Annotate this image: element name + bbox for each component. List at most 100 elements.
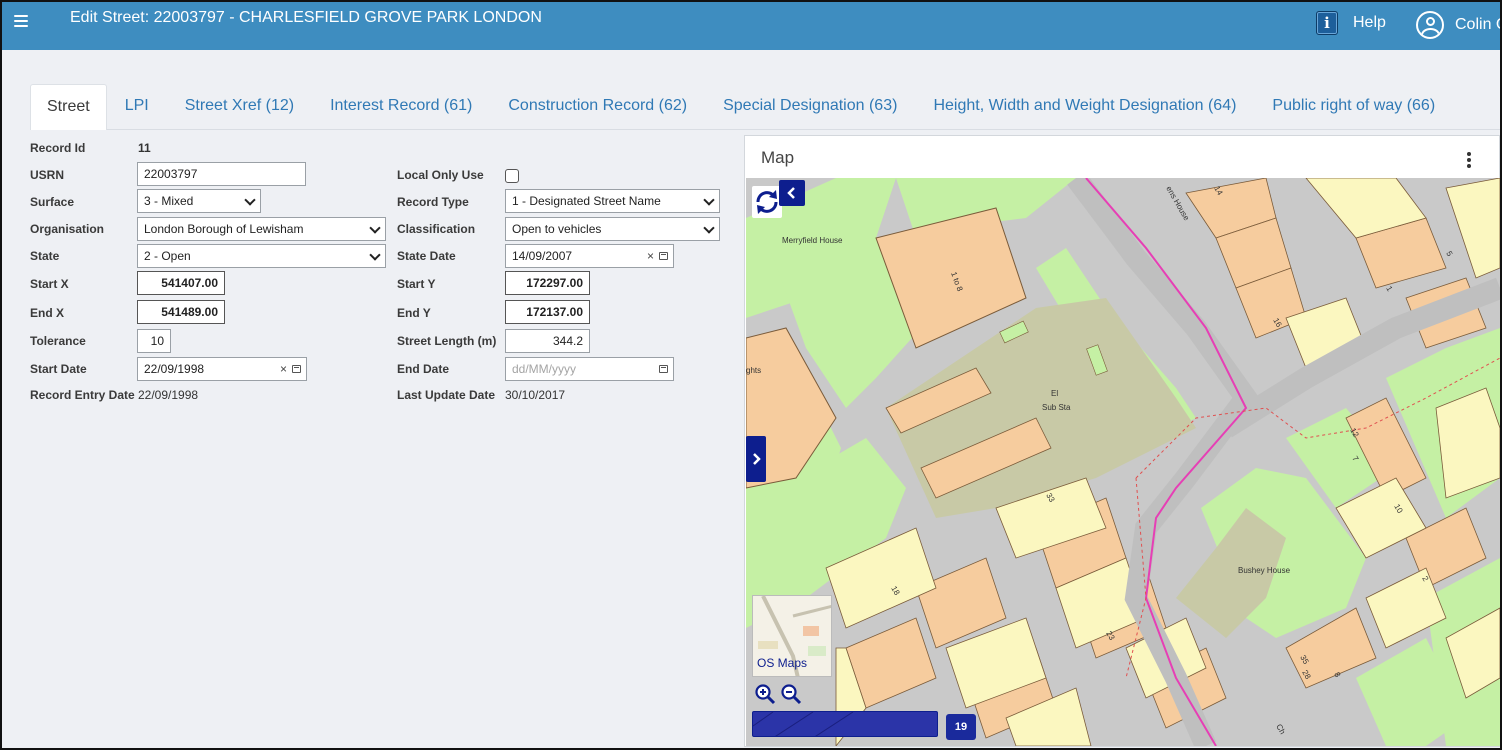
record-entry-date-label: Record Entry Date (30, 388, 135, 402)
local-only-use-checkbox[interactable] (505, 169, 519, 183)
state-date-picker[interactable]: 14/09/2007 × (505, 244, 674, 268)
map-label-bushey: Bushey House (1238, 566, 1291, 575)
state-value: 2 - Open (144, 249, 191, 263)
map-label-ghts: ghts (746, 366, 761, 375)
chevron-down-icon (369, 222, 381, 234)
tab-street-xref[interactable]: Street Xref (12) (167, 84, 312, 130)
refresh-button[interactable] (752, 186, 782, 218)
calendar-icon[interactable] (292, 365, 301, 373)
user-avatar-icon (1416, 11, 1444, 39)
surface-label: Surface (30, 195, 75, 209)
state-date-label: State Date (397, 249, 456, 263)
collapse-left-button[interactable] (779, 180, 805, 206)
tab-height-width-weight[interactable]: Height, Width and Weight Designation (64… (915, 84, 1254, 130)
end-x-input[interactable]: 541489.00 (137, 300, 225, 324)
usrn-label: USRN (30, 168, 65, 182)
street-length-label: Street Length (m) (397, 334, 497, 348)
chevron-down-icon (703, 222, 715, 234)
record-type-value: 1 - Designated Street Name (512, 194, 661, 208)
zoom-in-icon (755, 684, 776, 705)
street-length-input[interactable]: 344.2 (505, 329, 590, 353)
record-type-label: Record Type (397, 195, 469, 209)
zoom-in-button[interactable] (754, 683, 776, 705)
record-id-value: 11 (138, 141, 151, 155)
chevron-left-icon (787, 187, 795, 199)
app-frame: Edit Street: 22003797 - CHARLESFIELD GRO… (0, 0, 1502, 750)
zoom-out-button[interactable] (780, 683, 802, 705)
tolerance-label: Tolerance (30, 334, 86, 348)
user-name: Colin C (1455, 16, 1500, 33)
state-select[interactable]: 2 - Open (137, 244, 386, 268)
zoom-slider[interactable] (752, 711, 938, 737)
end-date-picker[interactable]: dd/MM/yyyy (505, 357, 674, 381)
tab-street[interactable]: Street (30, 84, 107, 130)
expand-right-button[interactable] (746, 436, 766, 482)
help-link[interactable]: i Help (1316, 11, 1386, 35)
map-drawing: Merryfield House El Sub Sta Bushey House… (746, 178, 1500, 746)
zoom-out-icon (781, 684, 802, 705)
clear-icon[interactable]: × (647, 245, 654, 267)
clear-icon[interactable]: × (280, 358, 287, 380)
organisation-label: Organisation (30, 222, 105, 236)
record-type-select[interactable]: 1 - Designated Street Name (505, 189, 720, 213)
start-x-input[interactable]: 541407.00 (137, 271, 225, 295)
start-date-picker[interactable]: 22/09/1998 × (137, 357, 307, 381)
refresh-icon (756, 190, 778, 214)
map-label-merryfield: Merryfield House (782, 236, 843, 245)
start-x-label: Start X (30, 277, 69, 291)
map-label-sub-sta: Sub Sta (1042, 403, 1071, 412)
kebab-icon[interactable] (1467, 152, 1471, 170)
end-date-label: End Date (397, 362, 450, 376)
start-y-input[interactable]: 172297.00 (505, 271, 590, 295)
tab-lpi[interactable]: LPI (107, 84, 167, 130)
end-y-label: End Y (397, 306, 431, 320)
chevron-down-icon (369, 249, 381, 261)
top-bar: Edit Street: 22003797 - CHARLESFIELD GRO… (2, 2, 1500, 50)
last-update-date-value: 30/10/2017 (505, 388, 566, 402)
usrn-input[interactable]: 22003797 (137, 162, 306, 186)
tolerance-input[interactable]: 10 (137, 329, 171, 353)
start-y-label: Start Y (397, 277, 436, 291)
tab-interest-record[interactable]: Interest Record (61) (312, 84, 490, 130)
state-date-value: 14/09/2007 (512, 249, 573, 263)
state-label: State (30, 249, 60, 263)
start-date-label: Start Date (30, 362, 87, 376)
os-maps-label: OS Maps (757, 656, 808, 670)
tab-public-right-of-way[interactable]: Public right of way (66) (1254, 84, 1453, 130)
map-label-el: El (1051, 389, 1058, 398)
chevron-down-icon (244, 194, 256, 206)
last-update-date-label: Last Update Date (397, 388, 496, 402)
map-panel: Map Merryfield House El Sub Sta Bushey H… (744, 135, 1500, 747)
page-title: Edit Street: 22003797 - CHARLESFIELD GRO… (70, 9, 542, 26)
classification-select[interactable]: Open to vehicles (505, 217, 720, 241)
os-maps-layer-switch[interactable]: OS Maps (752, 595, 832, 677)
start-date-value: 22/09/1998 (144, 362, 205, 376)
organisation-select[interactable]: London Borough of Lewisham (137, 217, 386, 241)
organisation-value: London Borough of Lewisham (144, 222, 304, 236)
tab-bar: Street LPI Street Xref (12) Interest Rec… (30, 84, 1453, 130)
map-title: Map (761, 148, 795, 167)
calendar-icon[interactable] (659, 365, 668, 373)
calendar-icon[interactable] (659, 252, 668, 260)
local-only-use-label: Local Only Use (397, 168, 484, 182)
classification-value: Open to vehicles (512, 222, 602, 236)
end-date-placeholder: dd/MM/yyyy (512, 362, 577, 376)
tab-special-designation[interactable]: Special Designation (63) (705, 84, 915, 130)
chevron-down-icon (703, 194, 715, 206)
tab-construction-record[interactable]: Construction Record (62) (490, 84, 705, 130)
surface-select[interactable]: 3 - Mixed (137, 189, 261, 213)
map-canvas[interactable]: Merryfield House El Sub Sta Bushey House… (746, 178, 1500, 746)
zoom-level-badge: 19 (946, 714, 976, 740)
end-x-label: End X (30, 306, 65, 320)
end-y-input[interactable]: 172137.00 (505, 300, 590, 324)
hamburger-menu-icon[interactable] (14, 15, 28, 29)
info-icon: i (1316, 11, 1338, 35)
classification-label: Classification (397, 222, 476, 236)
record-entry-date-value: 22/09/1998 (138, 388, 199, 402)
record-id-label: Record Id (30, 141, 86, 155)
help-label: Help (1353, 14, 1386, 31)
user-menu[interactable]: Colin C (1416, 11, 1500, 39)
zoom-slider-track (753, 712, 854, 736)
surface-value: 3 - Mixed (144, 194, 194, 208)
chevron-right-icon (753, 453, 761, 465)
